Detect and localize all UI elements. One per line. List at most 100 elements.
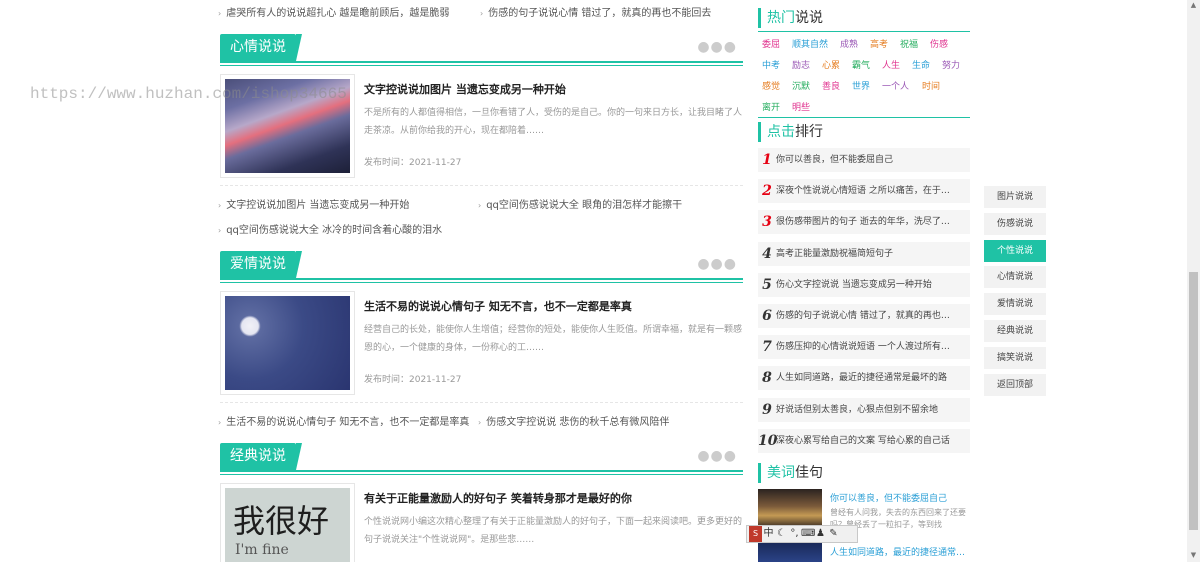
ranking-item[interactable]: 2 深夜个性说说心情短语 之所以痛苦，在于… <box>758 179 970 204</box>
list-item[interactable]: 人生如同道路，最近的捷径通常… <box>758 543 970 562</box>
moon-icon[interactable]: ☾ <box>775 526 788 542</box>
float-nav-item[interactable]: 心情说说 <box>984 266 1046 289</box>
keyboard-icon[interactable]: ⌨ <box>801 526 815 542</box>
more-dots-icon[interactable]: ●●● <box>697 448 737 464</box>
ranking-item[interactable]: 6 伤感的句子说说心情 错过了，就真的再也… <box>758 304 970 328</box>
hot-tag[interactable]: 中考 <box>762 58 780 71</box>
section-tab[interactable]: 心情说说 <box>220 34 302 61</box>
hot-tag[interactable]: 世界 <box>852 79 870 92</box>
hot-tag[interactable]: 顺其自然 <box>792 37 828 50</box>
list-item-link[interactable]: › 文字控说说加图片 当遗忘变成另一种开始 <box>218 196 476 211</box>
hot-tag[interactable]: 霸气 <box>852 58 870 71</box>
watermark: https://www.huzhan.com/ishop34665 <box>30 85 347 103</box>
hot-tag[interactable]: 沉默 <box>792 79 810 92</box>
list-item-link[interactable]: › qq空间伤感说说大全 冰冷的时间含着心酸的泪水 <box>218 221 518 236</box>
caret-right-icon: › <box>218 418 222 427</box>
ranking-item-label: 人生如同道路，最近的捷径通常是最坏的路 <box>776 373 948 384</box>
hot-tag[interactable]: 生命 <box>912 58 930 71</box>
article-date: 发布时间：2021-11-27 <box>364 375 462 385</box>
float-nav-item[interactable]: 爱情说说 <box>984 293 1046 316</box>
wrench-icon[interactable]: ✎ <box>827 526 840 542</box>
list-item-link[interactable]: › 伤感的句子说说心情 错过了，就真的再也不能回去 <box>480 4 740 19</box>
list-item-link[interactable]: › 伤感文字控说说 悲伤的秋千总有微风陪伴 <box>478 413 746 428</box>
ranking-item[interactable]: 10深夜心累写给自己的文案 写给心累的自己话 <box>758 428 970 453</box>
ime-logo-icon[interactable]: S <box>749 526 762 542</box>
more-dots-icon[interactable]: ●●● <box>697 256 737 272</box>
hot-tag[interactable]: 感觉 <box>762 79 780 92</box>
section-tab[interactable]: 经典说说 <box>220 443 302 470</box>
scrollbar-thumb[interactable] <box>1189 272 1198 530</box>
list-item-link[interactable]: › qq空间伤感说说大全 眼角的泪怎样才能擦干 <box>478 196 746 211</box>
ranking-item[interactable]: 1 你可以善良，但不能委屈自己 <box>758 148 970 172</box>
float-nav-item[interactable]: 搞笑说说 <box>984 346 1046 369</box>
more-dots-icon[interactable]: ●●● <box>697 39 737 55</box>
ranking-item[interactable]: 3 很伤感带图片的句子 逝去的年华，洗尽了… <box>758 210 970 235</box>
list-item-title[interactable]: 人生如同道路，最近的捷径通常… <box>830 545 965 558</box>
hot-tag[interactable]: 努力 <box>942 58 960 71</box>
punctuation-icon[interactable]: °, <box>788 526 801 542</box>
ranking-item-label: 很伤感带图片的句子 逝去的年华，洗尽了… <box>776 217 950 228</box>
float-nav-item[interactable]: 经典说说 <box>984 320 1046 342</box>
ranking-item[interactable]: 4 高考正能量激励祝福简短句子 <box>758 241 970 266</box>
rank-number: 10 <box>758 432 778 449</box>
hot-tag[interactable]: 人生 <box>882 58 900 71</box>
meici-title: 美词佳句 <box>758 463 823 483</box>
scroll-down-arrow-icon[interactable]: ▼ <box>1189 551 1198 561</box>
caret-right-icon: › <box>218 9 222 18</box>
article-title[interactable]: 生活不易的说说心情句子 知无不言，也不一定都是率真 <box>364 298 632 314</box>
hot-tag[interactable]: 祝福 <box>900 37 918 50</box>
hot-tag[interactable]: 离开 <box>762 100 780 113</box>
page: › 虐哭所有人的说说超扎心 越是瞻前顾后，越是脆弱 › 伤感的句子说说心情 错过了，… <box>0 0 1200 562</box>
ranking-item[interactable]: 8 人生如同道路，最近的捷径通常是最坏的路 <box>758 366 970 391</box>
section-divider <box>220 61 743 63</box>
list-item-link[interactable]: › 虐哭所有人的说说超扎心 越是瞻前顾后，越是脆弱 <box>218 4 478 19</box>
rank-number: 8 <box>762 370 772 387</box>
list-item[interactable]: 你可以善良，但不能委屈自己 曾经有人问我，失去的东西回来了还要吗？曾经丢了一粒扣… <box>758 489 970 529</box>
ime-lang-toggle[interactable]: 中 <box>762 526 775 542</box>
rank-number: 7 <box>762 339 772 356</box>
hot-tag[interactable]: 一个人 <box>882 79 909 92</box>
article-thumbnail[interactable]: 我很好 I'm fine <box>220 483 355 562</box>
ranking-item[interactable]: 5 伤心文字控说说 当遗忘变成另一种开始 <box>758 272 970 297</box>
list-item-title[interactable]: 你可以善良，但不能委屈自己 <box>830 491 947 504</box>
article-summary: 个性说说网小编这次精心整理了有关于正能量激励人的好句子，下面一起来阅读吧。更多更… <box>364 517 742 545</box>
ranking-item-label: 好说话但别太善良，心狠点但别不留余地 <box>776 404 939 415</box>
article-title[interactable]: 有关于正能量激励人的好句子 笑着转身那才是最好的你 <box>364 490 632 506</box>
ranking-item[interactable]: 9 好说话但别太善良，心狠点但别不留余地 <box>758 397 970 422</box>
ranking-item-label: 深夜心累写给自己的文案 写给心累的自己话 <box>776 435 950 446</box>
section-divider <box>220 278 743 280</box>
hot-tag[interactable]: 善良 <box>822 79 840 92</box>
hot-tag[interactable]: 委屈 <box>762 37 780 50</box>
section-tab[interactable]: 爱情说说 <box>220 251 302 278</box>
article-title[interactable]: 文字控说说加图片 当遗忘变成另一种开始 <box>364 81 566 97</box>
hot-tag[interactable]: 励志 <box>792 58 810 71</box>
hot-tag[interactable]: 伤感 <box>930 37 948 50</box>
article-card: 生活不易的说说心情句子 知无不言，也不一定都是率真 经营自己的长处，能使你人生增… <box>220 291 743 403</box>
vertical-scrollbar[interactable]: ▲ ▼ <box>1187 0 1200 562</box>
hot-tag[interactable]: 明些 <box>792 100 810 113</box>
float-nav-item[interactable]: 返回顶部 <box>984 373 1046 396</box>
hot-tag[interactable]: 成熟 <box>840 37 858 50</box>
ranking-item[interactable]: 7 伤感压抑的心情说说短语 一个人渡过所有… <box>758 335 970 360</box>
divider <box>220 402 743 403</box>
hot-tag[interactable]: 心累 <box>822 58 840 71</box>
article-summary: 经营自己的长处，能使你人生增值；经营你的短处，能使你人生贬值。所谓幸福，就是有一… <box>364 325 742 353</box>
float-nav-item[interactable]: 伤感说说 <box>984 212 1046 235</box>
article-date: 发布时间：2021-11-27 <box>364 158 462 168</box>
user-icon[interactable]: ♟ <box>814 526 827 542</box>
divider <box>758 31 970 32</box>
scroll-up-arrow-icon[interactable]: ▲ <box>1189 1 1198 11</box>
rank-number: 3 <box>762 214 772 231</box>
list-item-link[interactable]: › 生活不易的说说心情句子 知无不言，也不一定都是率真 <box>218 413 476 428</box>
hot-tag[interactable]: 高考 <box>870 37 888 50</box>
hot-tag[interactable]: 时间 <box>922 79 940 92</box>
article-thumbnail[interactable] <box>220 291 355 395</box>
moon-night-image <box>225 296 350 390</box>
handwriting-image: 我很好 I'm fine <box>225 488 350 562</box>
link-row: › qq空间伤感说说大全 冰冷的时间含着心酸的泪水 <box>218 221 748 237</box>
float-nav-item[interactable]: 图片说说 <box>984 186 1046 208</box>
section-header-jingdian: 经典说说 ●●● <box>220 443 743 475</box>
float-nav-item[interactable]: 个性说说 <box>984 239 1046 262</box>
caret-right-icon: › <box>218 226 222 235</box>
section-divider <box>220 282 743 283</box>
